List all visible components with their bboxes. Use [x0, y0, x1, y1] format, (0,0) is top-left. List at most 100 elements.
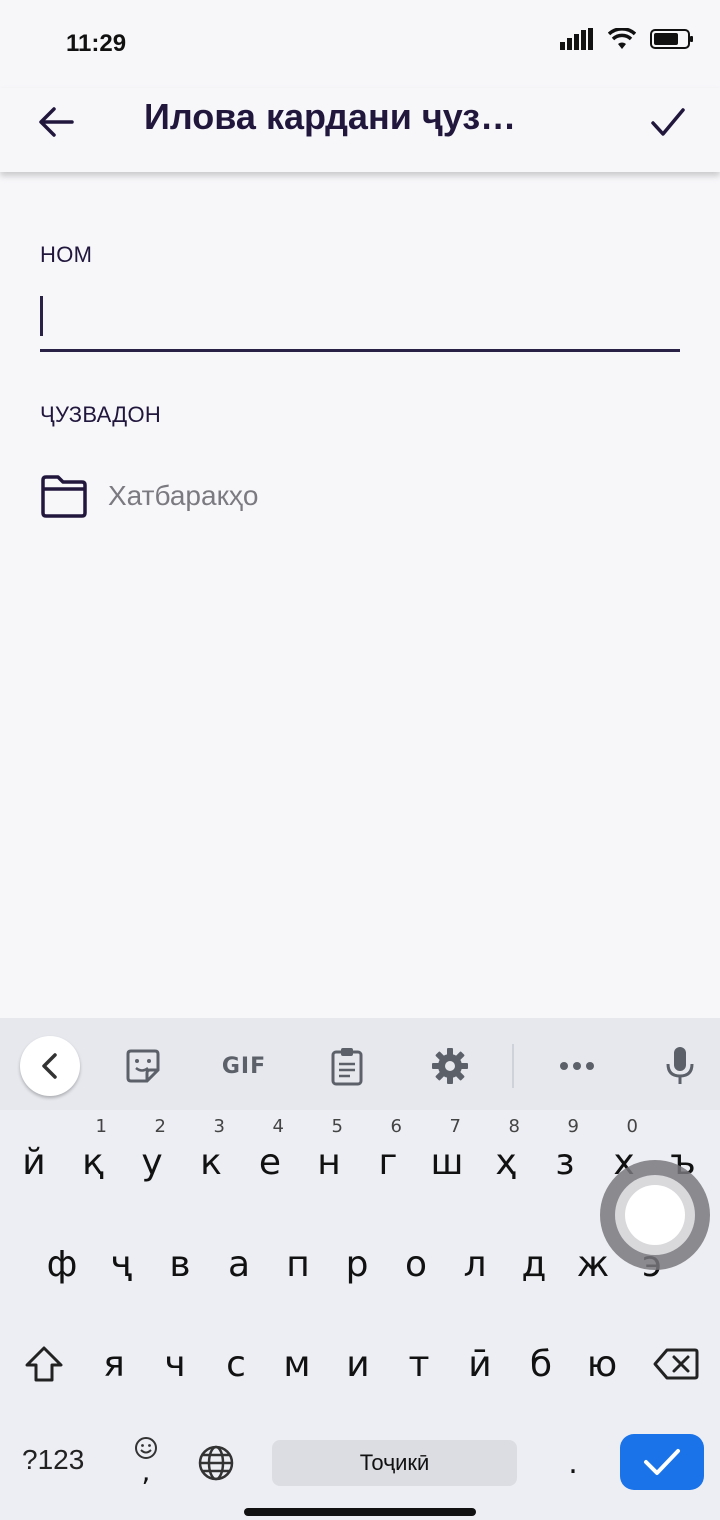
key-row1-3[interactable]: к3	[183, 1116, 239, 1190]
assistive-touch-button[interactable]	[600, 1160, 710, 1270]
sticker-icon	[126, 1049, 160, 1083]
microphone-icon	[666, 1047, 694, 1084]
key-row3-4[interactable]: и	[330, 1336, 386, 1392]
key-row2-8[interactable]: д	[506, 1236, 562, 1292]
more-horizontal-icon	[560, 1062, 594, 1070]
app-bar: Илова кардани ҷуз…	[0, 88, 720, 172]
key-row1-0[interactable]: й	[6, 1134, 62, 1190]
assistive-touch-center	[625, 1185, 685, 1245]
keyboard-toolbar: GIF	[0, 1018, 720, 1110]
key-label: ю	[586, 1343, 618, 1385]
enter-key[interactable]	[620, 1434, 704, 1490]
key-label: р	[345, 1243, 369, 1285]
key-label: и	[346, 1343, 370, 1385]
clipboard-icon	[331, 1048, 363, 1086]
page-title: Илова кардани ҷуз…	[144, 96, 517, 137]
checkmark-icon	[644, 1449, 680, 1475]
battery-icon	[650, 29, 693, 49]
key-label: м	[283, 1343, 311, 1385]
folder-label: ҶУЗВАДОН	[40, 402, 162, 427]
text-cursor	[40, 296, 43, 336]
assistive-touch-ring	[615, 1175, 695, 1255]
key-label: в	[169, 1243, 191, 1285]
key-row3-6[interactable]: ӣ	[452, 1336, 508, 1392]
backspace-key[interactable]	[650, 1338, 702, 1390]
key-row2-7[interactable]: л	[447, 1236, 503, 1292]
emoji-comma-key[interactable]: ,	[124, 1430, 168, 1490]
key-row1-4[interactable]: е4	[242, 1116, 298, 1190]
key-hint: 4	[272, 1116, 284, 1137]
key-hint: 8	[508, 1116, 520, 1137]
key-label: ҳ	[495, 1141, 517, 1183]
clipboard-button[interactable]	[322, 1038, 372, 1094]
key-row2-4[interactable]: п	[270, 1236, 326, 1292]
key-row1-6[interactable]: г6	[360, 1116, 416, 1190]
key-label: т	[408, 1343, 430, 1385]
key-row2-5[interactable]: р	[329, 1236, 385, 1292]
key-row3-7[interactable]: б	[513, 1336, 569, 1392]
key-row3-3[interactable]: м	[269, 1336, 325, 1392]
sticker-button[interactable]	[118, 1038, 168, 1094]
key-label: ҷ	[110, 1243, 132, 1285]
key-row3-2[interactable]: с	[208, 1336, 264, 1392]
key-row2-3[interactable]: а	[211, 1236, 267, 1292]
status-time: 11:29	[66, 30, 127, 57]
gear-icon	[432, 1048, 468, 1084]
more-button[interactable]	[552, 1038, 602, 1094]
key-hint: 0	[626, 1116, 638, 1137]
voice-input-button[interactable]	[656, 1038, 704, 1094]
name-input[interactable]	[40, 290, 680, 352]
key-label: ш	[430, 1141, 464, 1183]
key-label: й	[22, 1141, 46, 1183]
key-row3-5[interactable]: т	[391, 1336, 447, 1392]
collapse-toolbar-button[interactable]	[20, 1036, 80, 1096]
language-key[interactable]	[194, 1440, 238, 1486]
key-row1-8[interactable]: ҳ8	[478, 1116, 534, 1190]
key-label: л	[463, 1243, 487, 1285]
key-row1-7[interactable]: ш7	[419, 1116, 475, 1190]
key-label: а	[227, 1243, 251, 1285]
key-label: г	[378, 1141, 398, 1183]
folder-selector[interactable]: Хатбаракҳо	[40, 468, 258, 524]
status-bar: 11:29	[0, 0, 720, 88]
key-label: п	[286, 1243, 310, 1285]
key-row3-1[interactable]: ч	[147, 1336, 203, 1392]
name-label: НОМ	[40, 242, 93, 267]
key-hint: 9	[567, 1116, 579, 1137]
key-row2-2[interactable]: в	[152, 1236, 208, 1292]
back-button[interactable]	[30, 96, 82, 148]
key-label: н	[317, 1141, 341, 1183]
key-row1-1[interactable]: қ1	[65, 1116, 121, 1190]
back-arrow-icon	[39, 107, 74, 137]
key-row2-6[interactable]: о	[388, 1236, 444, 1292]
key-row3-0[interactable]: я	[86, 1336, 142, 1392]
settings-button[interactable]	[424, 1038, 476, 1094]
key-row1-9[interactable]: з9	[537, 1116, 593, 1190]
space-key[interactable]: Тоҷикӣ	[272, 1440, 517, 1486]
key-hint: 3	[213, 1116, 225, 1137]
key-label: ж	[576, 1243, 610, 1285]
key-row2-1[interactable]: ҷ	[93, 1236, 149, 1292]
key-row2-0[interactable]: ф	[34, 1236, 90, 1292]
key-hint: 6	[390, 1116, 402, 1137]
save-button[interactable]	[640, 94, 696, 150]
globe-icon	[198, 1445, 234, 1481]
gif-button[interactable]: GIF	[214, 1038, 274, 1094]
key-label: ч	[164, 1343, 186, 1385]
signal-icon	[560, 28, 593, 50]
period-key[interactable]: .	[556, 1440, 590, 1486]
key-row1-5[interactable]: н5	[301, 1116, 357, 1190]
folder-icon	[41, 475, 87, 518]
key-row3-8[interactable]: ю	[574, 1336, 630, 1392]
symbols-key[interactable]: ?123	[22, 1444, 84, 1476]
key-label: о	[404, 1243, 428, 1285]
checkmark-icon	[651, 108, 685, 136]
key-label: б	[529, 1343, 553, 1385]
folder-name: Хатбаракҳо	[108, 480, 259, 511]
key-label: қ	[82, 1141, 104, 1183]
key-row1-2[interactable]: у2	[124, 1116, 180, 1190]
key-label: з	[555, 1141, 575, 1183]
key-hint: 5	[331, 1116, 343, 1137]
shift-key[interactable]	[18, 1338, 70, 1390]
key-label: д	[521, 1243, 547, 1285]
